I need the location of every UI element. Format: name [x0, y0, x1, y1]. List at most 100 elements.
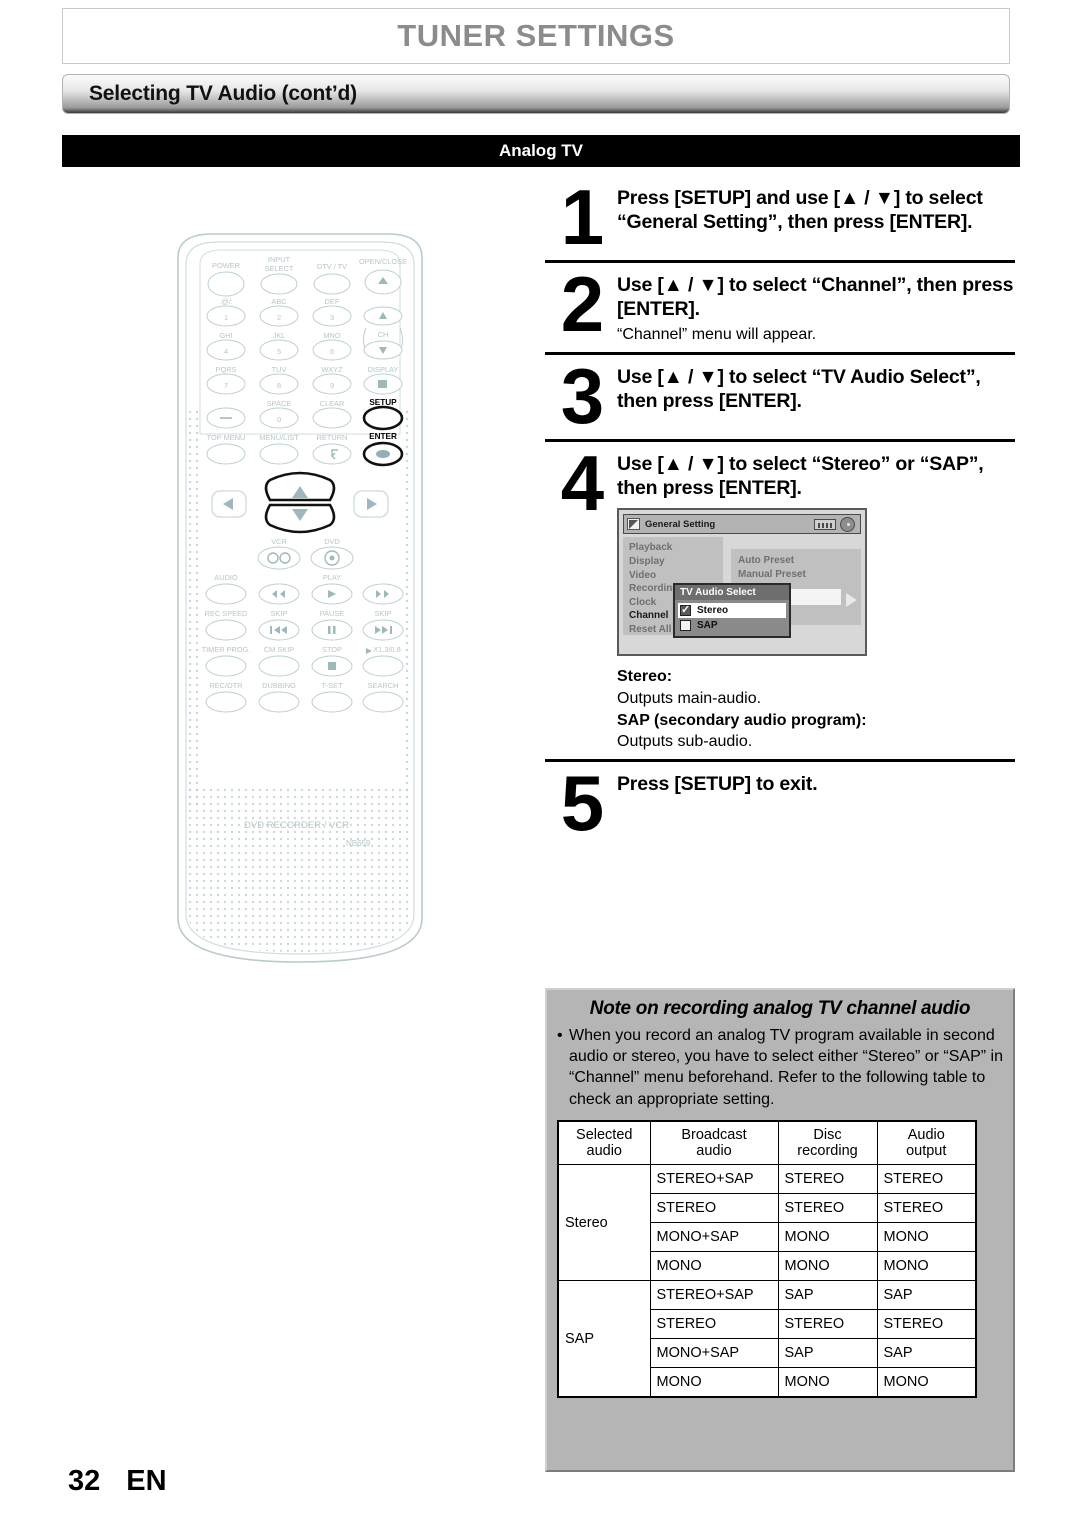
cell-disc: STEREO [777, 1193, 878, 1224]
remote-label-key2: ABC [271, 297, 287, 306]
osd-popup-title: TV Audio Select [675, 585, 789, 601]
section-title: Selecting TV Audio (cont’d) [89, 82, 357, 105]
remote-label-ch: CH [378, 330, 389, 339]
remote-label-dtv-tv: DTV / TV [317, 262, 347, 271]
cell-disc: MONO [777, 1222, 878, 1253]
remote-label-t-set: T-SET [322, 681, 343, 690]
step-2: 2 Use [▲ / ▼] to select “Channel”, then … [545, 260, 1015, 352]
osd-menu-item-display[interactable]: Display [629, 555, 717, 569]
steps-list: 1 Press [SETUP] and use [▲ / ▼] to selec… [545, 178, 1015, 846]
step-2-subtext: “Channel” menu will appear. [617, 325, 817, 343]
osd-submenu-manual-preset[interactable]: Manual Preset [738, 568, 854, 582]
pause-icon-2 [333, 626, 336, 634]
th-l1: Disc [813, 1126, 842, 1143]
cell-broadcast: STEREO+SAP [649, 1280, 779, 1311]
th-l1: Broadcast [681, 1126, 747, 1143]
remote-button-dubbing[interactable] [258, 691, 300, 713]
remote-label-rec-otr: REC/OTR [209, 681, 242, 690]
pause-icon [328, 626, 331, 634]
remote-digit-1: 1 [224, 313, 228, 322]
disc-icon [840, 516, 855, 532]
cell-output: SAP [876, 1280, 977, 1311]
remote-label-pause: PAUSE [320, 609, 345, 618]
remote-button-rec-speed[interactable] [205, 619, 247, 641]
stereo-term: Stereo: [617, 668, 673, 686]
cell-output: SAP [876, 1338, 977, 1369]
remote-label-rec-speed: REC SPEED [205, 609, 248, 618]
audio-mode-descriptions: Stereo: Outputs main-audio. SAP (seconda… [617, 666, 1015, 752]
cell-broadcast: MONO+SAP [649, 1222, 779, 1253]
note-title: Note on recording analog TV channel audi… [589, 998, 971, 1019]
remote-label-menu-list: MENU/LIST [259, 433, 299, 442]
remote-label-key5: JKL [273, 331, 286, 340]
remote-button-timer-prog[interactable] [205, 655, 247, 677]
remote-label-key9: WXYZ [321, 365, 343, 374]
remote-label-skip-back: SKIP [271, 609, 288, 618]
bullet-dot-icon: • [557, 1026, 563, 1044]
remote-button-rec-otr[interactable] [205, 691, 247, 713]
remote-button-rewind[interactable] [258, 583, 300, 605]
chapter-header: TUNER SETTINGS [62, 8, 1010, 64]
osd-submenu-auto-preset[interactable]: Auto Preset [738, 554, 854, 568]
cell-output: STEREO [876, 1164, 977, 1195]
remote-button-search[interactable] [362, 691, 404, 713]
remote-label-key3: DEF [325, 297, 340, 306]
remote-label-audio: AUDIO [214, 573, 238, 582]
step-1-number: 1 [560, 173, 604, 261]
remote-button-vcr[interactable] [257, 546, 301, 570]
remote-brand-label: DVD RECORDER / VCR [244, 820, 349, 831]
remote-label-skip-fwd: SKIP [375, 609, 392, 618]
remote-label-key8: TUV [272, 365, 287, 374]
remote-label-key6: MNO [323, 331, 340, 340]
remote-button-cm-skip[interactable] [258, 655, 300, 677]
th-l2: output [906, 1143, 947, 1160]
cell-disc: STEREO [777, 1309, 878, 1340]
remote-button-clear[interactable] [312, 407, 352, 429]
osd-menu-item-playback[interactable]: Playback [629, 541, 717, 555]
step-3-text: Use [▲ / ▼] to select “TV Audio Select”,… [617, 365, 981, 413]
page-footer: 32 EN [68, 1465, 167, 1498]
remote-button-top-menu[interactable] [206, 443, 246, 465]
remote-button-t-set[interactable] [311, 691, 353, 713]
remote-label-cm-skip: CM SKIP [264, 645, 294, 654]
checkbox-unchecked-icon [680, 620, 691, 632]
remote-button-input-select[interactable] [260, 273, 298, 295]
stereo-description: Outputs main-audio. [617, 690, 762, 708]
osd-title: General Setting [645, 518, 716, 530]
table-row: Stereo STEREO+SAP STEREO STEREO [557, 1164, 977, 1282]
subsection-title: Analog TV [498, 141, 584, 160]
remote-button-speed[interactable] [362, 655, 404, 677]
remote-button-setup[interactable] [362, 405, 404, 431]
skip-fwd-bar-icon [390, 626, 392, 634]
remote-digit-4: 4 [224, 347, 228, 356]
remote-button-menu-list[interactable] [259, 443, 299, 465]
osd-option-sap[interactable]: SAP [678, 618, 786, 633]
remote-label-timer-prog: TIMER PROG. [202, 645, 251, 654]
section-header-bar: Selecting TV Audio (cont’d) [62, 74, 1010, 114]
manual-page: TUNER SETTINGS Selecting TV Audio (cont’… [0, 0, 1080, 1526]
remote-button-pause[interactable] [311, 619, 353, 641]
step-4: 4 Use [▲ / ▼] to select “Stereo” or “SAP… [545, 438, 1015, 759]
remote-label-select: SELECT [265, 264, 294, 273]
note-bullet-text: When you record an analog TV program ava… [569, 1026, 1003, 1108]
step-5-text: Press [SETUP] to exit. [617, 772, 818, 795]
osd-option-stereo[interactable]: Stereo [678, 603, 786, 619]
osd-option-sap-label: SAP [697, 620, 718, 632]
cell-output: MONO [876, 1367, 977, 1398]
table-header-row: Selected audio Broadcast audio Disc reco… [557, 1120, 977, 1166]
remote-button-fast-forward[interactable] [362, 583, 404, 605]
remote-label-setup: SETUP [369, 398, 397, 407]
note-bullet-item: • When you record an analog TV program a… [557, 1025, 1003, 1110]
remote-button-audio[interactable] [205, 583, 247, 605]
remote-button-dtv-tv[interactable] [313, 273, 351, 295]
skip-back-bar-icon [270, 626, 272, 634]
table-header-broadcast-audio: Broadcast audio [649, 1120, 779, 1166]
cell-output: MONO [876, 1251, 977, 1282]
remote-control-illustration: POWER INPUT SELECT DTV / TV OPEN/CLOSE .… [160, 228, 440, 968]
remote-digit-2: 2 [277, 313, 281, 322]
osd-menu-item-video[interactable]: Video [629, 569, 717, 583]
cell-disc: MONO [777, 1367, 878, 1398]
remote-digit-9: 9 [330, 381, 334, 390]
step-5-number: 5 [560, 758, 604, 847]
remote-button-power[interactable] [207, 271, 245, 297]
